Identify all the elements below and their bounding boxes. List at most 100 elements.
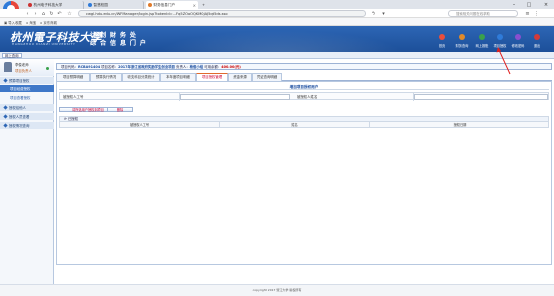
tab-label: 财务信息门户: [153, 2, 176, 7]
system-title-line2: 综 合 信 息 门 户: [90, 40, 147, 47]
minimize-icon[interactable]: –: [508, 0, 520, 9]
search-input[interactable]: 搜索相关问题在线求助: [448, 10, 518, 17]
project-name-label: 项目名称：: [101, 65, 119, 69]
list-label: 已授权: [67, 117, 79, 121]
query-icon: [459, 34, 465, 40]
project-code-label: 项目代码：: [61, 65, 78, 69]
page-icon: ▫: [26, 20, 29, 25]
bookmark-label: 京东商城: [43, 21, 57, 25]
close-window-icon[interactable]: ×: [540, 0, 552, 9]
tab-project-auth[interactable]: 项目授权管理: [196, 73, 228, 81]
table-header: 被授权人工号 姓名 授权日期: [59, 122, 549, 128]
menu-label: 授权情况查询: [9, 124, 30, 128]
favorite-star-icon[interactable]: ☆: [66, 10, 73, 17]
online-status-icon: [46, 67, 49, 70]
project-leader-label: 负责人：: [176, 65, 190, 69]
browser-tab-3[interactable]: 财务信息门户 ×: [146, 1, 198, 9]
tab-label: 智慧校园: [93, 2, 108, 7]
column-name[interactable]: 姓名: [220, 122, 370, 128]
header-button-label: 项目授权: [493, 44, 507, 48]
dropdown-icon[interactable]: ▾: [380, 10, 387, 17]
header-password-button[interactable]: 修改密码: [508, 29, 528, 50]
bookmark-taobao[interactable]: ▫ 淘宝: [26, 20, 36, 26]
bookmark-bar: ▣ 导入收藏 ▫ 淘宝 ▫ 京东商城: [0, 18, 554, 26]
url-field[interactable]: cwgl.hdu.edu.cn/WFManager/login.jsp?toke…: [78, 10, 366, 17]
sub-navigation-bar: 网上查询: [0, 52, 554, 59]
sidebar-group-budget-auth[interactable]: 预算项目授权: [0, 77, 54, 84]
column-staff-id[interactable]: 被授权人工号: [60, 122, 220, 128]
header-button-label: 修改密码: [511, 44, 525, 48]
sidebar-item-fund-auth[interactable]: 项目经费授权: [0, 85, 54, 92]
menu-icon[interactable]: ≡: [524, 10, 531, 17]
field2-label: 被授权人姓名: [294, 93, 414, 101]
header-button-label: 首页: [438, 44, 446, 48]
new-tab-button[interactable]: +: [200, 1, 208, 9]
header-button-label: 财务查询: [455, 44, 469, 48]
header-home-button[interactable]: 首页: [432, 29, 452, 50]
bookmark-import[interactable]: ▣ 导入收藏: [4, 20, 22, 26]
delete-button[interactable]: 删除: [107, 107, 133, 112]
diamond-icon: [3, 114, 8, 119]
tab-budget-execution[interactable]: 预算执行情况: [90, 73, 122, 81]
project-leader: 杨俊小组: [189, 65, 204, 69]
field1-label: 被授权人工号: [60, 93, 180, 101]
tab-category-stats[interactable]: 收支科目分类统计: [122, 73, 160, 81]
back-icon[interactable]: ‹: [24, 10, 31, 17]
extensions-icon[interactable]: ⋮: [533, 10, 540, 17]
sidebar-group-view-users[interactable]: 授权人员查看: [0, 113, 54, 120]
reimburse-icon: [479, 34, 485, 40]
home-icon[interactable]: ⌂: [40, 10, 47, 17]
refresh-icon[interactable]: ↻: [48, 10, 55, 17]
site-favicon-icon: [148, 3, 152, 7]
close-tab-icon[interactable]: ×: [193, 3, 196, 8]
home-icon: [439, 34, 445, 40]
logout-icon: [534, 34, 540, 40]
column-auth-date[interactable]: 授权日期: [370, 122, 550, 128]
sidebar-item-view-auth[interactable]: 项目查看授权: [0, 94, 54, 101]
panel-title: 增加项目授权用户: [59, 84, 549, 90]
header-authorize-button[interactable]: 项目授权: [490, 29, 510, 50]
undo-icon[interactable]: ↶: [56, 10, 63, 17]
field1-label-text: 被授权人工号: [63, 95, 84, 99]
sidebar-group-auth-query[interactable]: 授权情况查询: [0, 122, 54, 129]
bookmark-jd[interactable]: ▫ 京东商城: [40, 20, 57, 26]
menu-label: 授权给他人: [9, 106, 26, 110]
bookmark-label: 导入收藏: [8, 21, 22, 25]
plus-icon: +: [202, 3, 206, 7]
browser-tab-2[interactable]: 智慧校园: [86, 1, 144, 9]
field2-label-text: 被授权人姓名: [297, 95, 318, 99]
menu-label: 授权人员查看: [9, 115, 30, 119]
tab-annual-detail[interactable]: 本年度项目明细: [160, 73, 196, 81]
tab-fund-source[interactable]: 资金来源: [228, 73, 252, 81]
auth-form-row: 被授权人工号 被授权人姓名: [59, 92, 549, 101]
sidebar: 李俊老师 项目负责人 预算项目授权 项目经费授权 项目查看授权 授权给他人 授权…: [0, 59, 54, 284]
menu-label: 项目经费授权: [10, 87, 31, 91]
maximize-icon[interactable]: □: [523, 0, 535, 9]
header-logout-button[interactable]: 退出: [527, 29, 547, 50]
tab-label: 杭州电子科技大学: [33, 2, 63, 7]
project-amount: 400.00(元): [221, 65, 241, 69]
tab-voucher-detail[interactable]: 凭证查询明细: [252, 73, 282, 81]
address-bar: ‹ › ⌂ ↻ ↶ ☆ cwgl.hdu.edu.cn/WFManager/lo…: [0, 9, 554, 18]
search-placeholder: 搜索相关问题在线求助: [456, 12, 490, 17]
tab-budget-detail[interactable]: 项目预算明细: [56, 73, 90, 81]
footer: copyright 2017 浙江大学 版权所有: [0, 284, 554, 296]
diamond-icon: [3, 78, 8, 83]
staff-name-input[interactable]: [414, 94, 548, 100]
avatar: [4, 62, 12, 72]
browser-tab-1[interactable]: 杭州电子科技大学: [26, 1, 84, 9]
folder-icon: ▣: [4, 20, 8, 25]
diamond-icon: [3, 105, 8, 110]
sidebar-group-grant-others[interactable]: 授权给他人: [0, 104, 54, 111]
forward-icon[interactable]: ›: [32, 10, 39, 17]
password-icon: [515, 34, 521, 40]
lightning-icon[interactable]: ϟ: [370, 10, 377, 17]
header-reimburse-button[interactable]: 网上报账: [472, 29, 492, 50]
menu-label: 项目查看授权: [10, 96, 31, 100]
header-query-button[interactable]: 财务查询: [452, 29, 472, 50]
auth-panel: 增加项目授权用户 被授权人工号 被授权人姓名 将所选用户授权到项目 删除 ⟳ 已…: [56, 81, 552, 265]
project-name: 2017年浙江省政府奖励学生创业项目: [118, 65, 175, 69]
nav-online-query[interactable]: 网上查询: [2, 53, 22, 58]
staff-id-input[interactable]: [180, 94, 290, 100]
university-english-name: HANGZHOU DIANZI UNIVERSITY: [12, 42, 76, 46]
